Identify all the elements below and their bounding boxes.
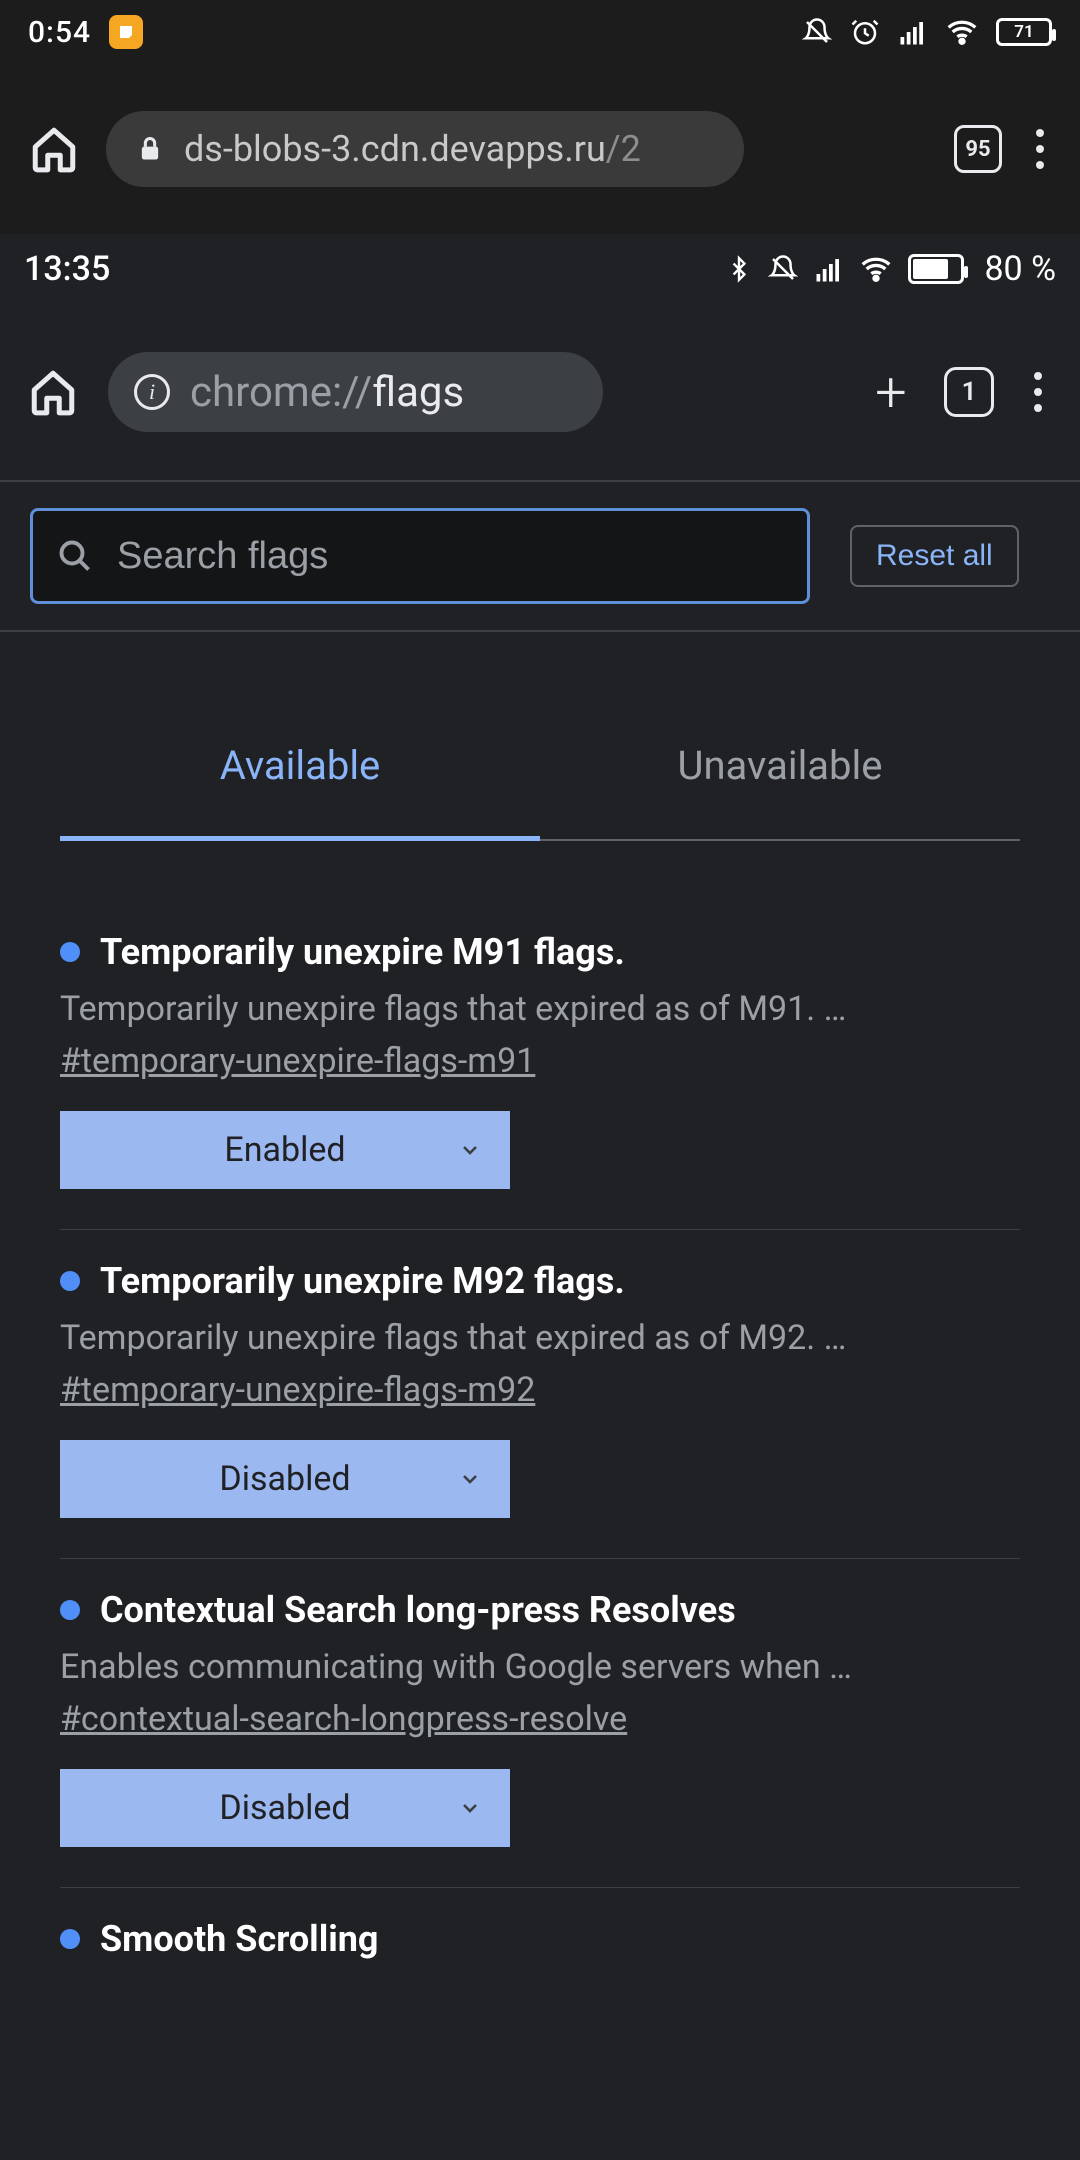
tab-count-value: 95 xyxy=(965,137,990,162)
mute-icon xyxy=(768,254,798,284)
flag-title: Temporarily unexpire M92 flags. xyxy=(60,1260,1020,1302)
inner-menu-icon[interactable] xyxy=(1024,372,1052,412)
flag-title-text: Smooth Scrolling xyxy=(100,1918,379,1960)
flag-title: Temporarily unexpire M91 flags. xyxy=(60,931,1020,973)
url-scheme: chrome:// xyxy=(190,368,372,417)
url-host: ds-blobs-3.cdn.devapps.ru xyxy=(184,128,606,170)
signal-icon xyxy=(898,17,928,47)
search-box[interactable] xyxy=(30,508,810,604)
modified-dot-icon xyxy=(60,1271,80,1291)
flag-title-text: Temporarily unexpire M92 flags. xyxy=(100,1260,625,1302)
flags-list[interactable]: Temporarily unexpire M91 flags. Temporar… xyxy=(0,841,1080,2160)
status-left: 0:54 xyxy=(28,15,143,50)
battery-percent: 71 xyxy=(1014,22,1033,42)
device-status-bar: 0:54 71 xyxy=(0,0,1080,64)
flag-item: Contextual Search long-press Resolves En… xyxy=(60,1559,1020,1888)
battery-percent: 80 % xyxy=(984,249,1056,289)
flag-anchor-link[interactable]: #temporary-unexpire-flags-m92 xyxy=(60,1370,535,1410)
flag-select-value: Enabled xyxy=(224,1130,345,1170)
flag-item: Temporarily unexpire M92 flags. Temporar… xyxy=(60,1230,1020,1559)
notification-app-icon xyxy=(109,15,143,49)
flag-title-text: Contextual Search long-press Resolves xyxy=(100,1589,736,1631)
modified-dot-icon xyxy=(60,1929,80,1949)
search-input[interactable] xyxy=(117,535,783,578)
new-tab-icon[interactable]: + xyxy=(868,359,914,425)
home-icon[interactable] xyxy=(26,121,82,177)
flag-anchor-link[interactable]: #temporary-unexpire-flags-m91 xyxy=(60,1041,535,1081)
inner-address-bar[interactable]: i chrome://flags xyxy=(108,352,603,432)
flag-anchor-link[interactable]: #contextual-search-longpress-resolve xyxy=(60,1699,627,1739)
url-page: flags xyxy=(372,368,464,417)
signal-icon xyxy=(814,254,844,284)
lock-icon xyxy=(136,135,164,163)
flag-description: Enables communicating with Google server… xyxy=(60,1647,1020,1687)
inner-browser-toolbar: i chrome://flags + 1 xyxy=(0,304,1080,482)
flag-item: Smooth Scrolling xyxy=(60,1888,1020,2000)
flag-title: Contextual Search long-press Resolves xyxy=(60,1589,1020,1631)
battery-icon: 71 xyxy=(996,18,1052,46)
flag-select[interactable]: Disabled xyxy=(60,1769,510,1847)
battery-icon xyxy=(908,254,964,284)
inner-status-right: 80 % xyxy=(726,249,1056,289)
outer-address-bar[interactable]: ds-blobs-3.cdn.devapps.ru/2 xyxy=(106,111,744,187)
wifi-icon xyxy=(946,16,978,48)
inner-url-text: chrome://flags xyxy=(190,368,464,417)
flag-description: Temporarily unexpire flags that expired … xyxy=(60,1318,1020,1358)
flag-select[interactable]: Enabled xyxy=(60,1111,510,1189)
flag-select[interactable]: Disabled xyxy=(60,1440,510,1518)
alarm-icon xyxy=(850,17,880,47)
url-path: /2 xyxy=(606,128,641,170)
info-icon: i xyxy=(134,374,170,410)
flags-search-row: Reset all xyxy=(0,482,1080,632)
status-right: 71 xyxy=(802,16,1052,48)
flag-select-value: Disabled xyxy=(219,1788,350,1828)
bluetooth-icon xyxy=(726,254,752,284)
modified-dot-icon xyxy=(60,942,80,962)
tab-available[interactable]: Available xyxy=(60,702,540,839)
device-clock: 0:54 xyxy=(28,15,91,50)
dnd-icon xyxy=(802,17,832,47)
search-icon xyxy=(57,538,93,574)
chevron-down-icon xyxy=(458,1138,482,1162)
inner-tab-count[interactable]: 1 xyxy=(944,367,994,417)
chevron-down-icon xyxy=(458,1467,482,1491)
flag-title-text: Temporarily unexpire M91 flags. xyxy=(100,931,625,973)
inner-status-bar: 13:35 80 % xyxy=(0,234,1080,304)
wifi-icon xyxy=(860,253,892,285)
outer-browser-toolbar: ds-blobs-3.cdn.devapps.ru/2 95 xyxy=(0,64,1080,234)
home-icon[interactable] xyxy=(28,367,78,417)
flags-tabs: Available Unavailable xyxy=(60,702,1020,841)
flags-tabs-wrap: Available Unavailable xyxy=(0,632,1080,841)
outer-menu-icon[interactable] xyxy=(1026,129,1054,169)
flag-item: Temporarily unexpire M91 flags. Temporar… xyxy=(60,901,1020,1230)
inner-clock: 13:35 xyxy=(24,249,110,289)
flag-select-value: Disabled xyxy=(219,1459,350,1499)
flag-description: Temporarily unexpire flags that expired … xyxy=(60,989,1020,1029)
outer-tab-count[interactable]: 95 xyxy=(954,125,1002,173)
flag-title: Smooth Scrolling xyxy=(60,1918,1020,1960)
tab-unavailable[interactable]: Unavailable xyxy=(540,702,1020,839)
modified-dot-icon xyxy=(60,1600,80,1620)
chevron-down-icon xyxy=(458,1796,482,1820)
outer-url-text: ds-blobs-3.cdn.devapps.ru/2 xyxy=(184,128,641,170)
reset-all-button[interactable]: Reset all xyxy=(850,525,1019,587)
tab-count-value: 1 xyxy=(962,377,977,407)
